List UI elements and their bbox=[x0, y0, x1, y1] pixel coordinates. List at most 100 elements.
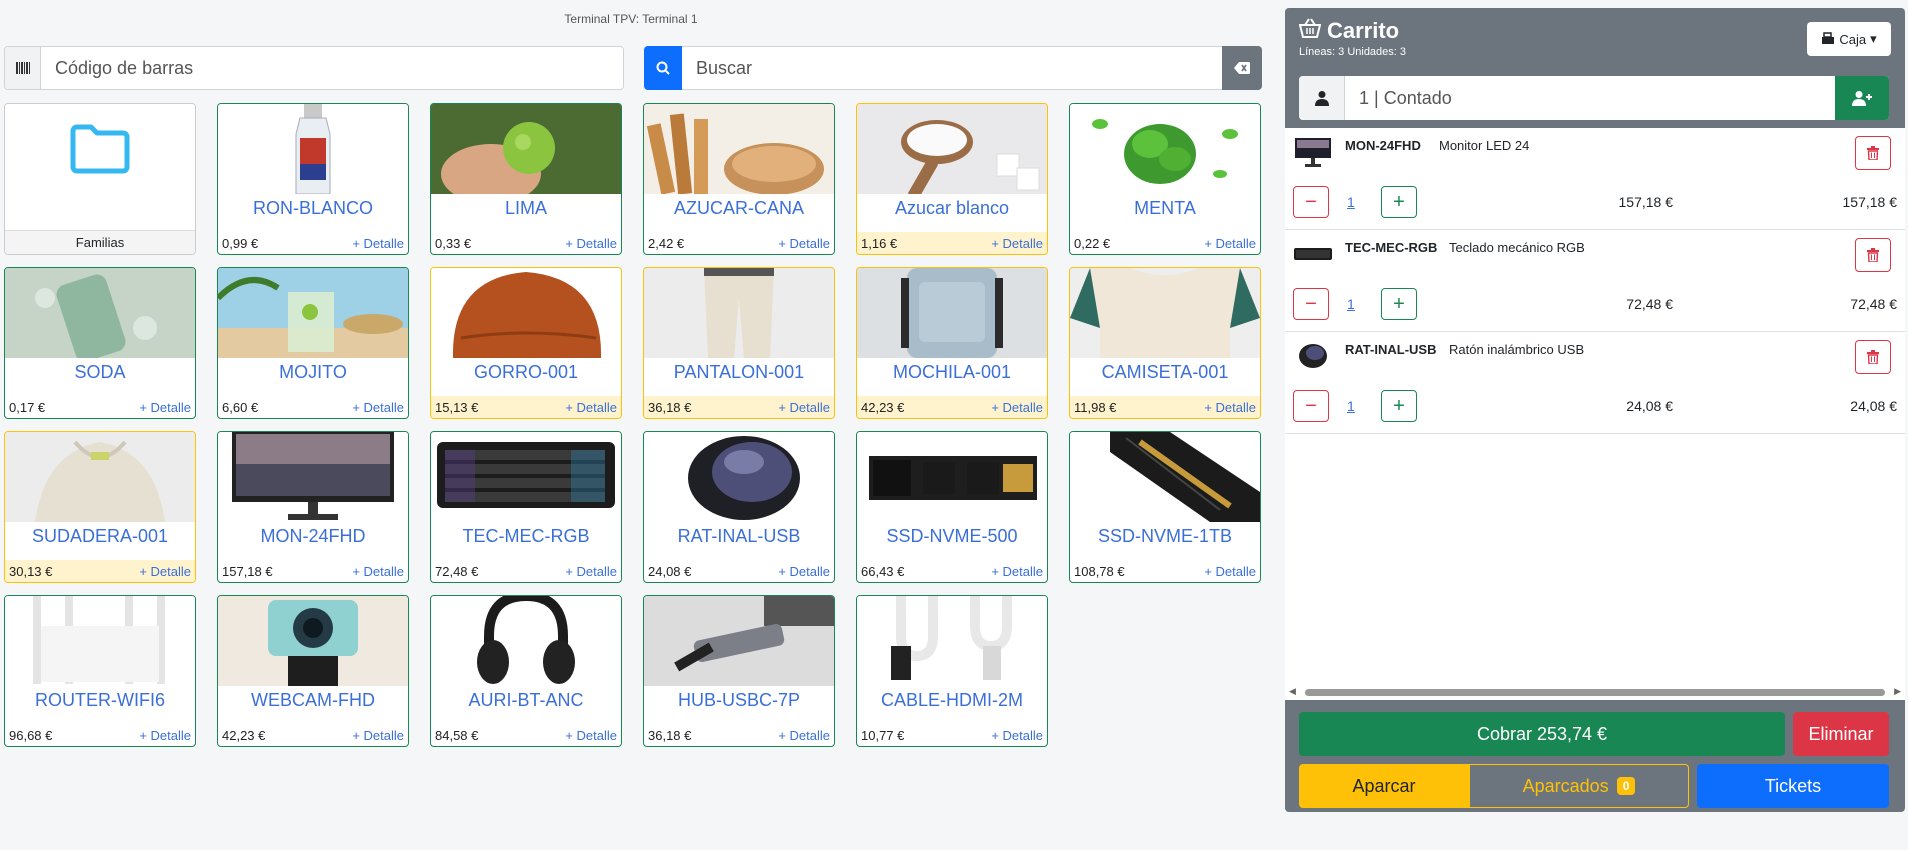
delete-line-button[interactable] bbox=[1855, 340, 1891, 374]
product-price: 157,18 € bbox=[222, 563, 273, 579]
product-image bbox=[857, 104, 1047, 194]
increase-qty-button[interactable]: + bbox=[1381, 186, 1417, 218]
increase-qty-button[interactable]: + bbox=[1381, 390, 1417, 422]
detail-link[interactable]: + Detalle bbox=[565, 728, 617, 743]
product-card[interactable]: HUB-USBC-7P 36,18 € + Detalle bbox=[643, 595, 835, 747]
detail-link[interactable]: + Detalle bbox=[778, 728, 830, 743]
product-price: 0,17 € bbox=[9, 399, 46, 415]
product-card[interactable]: SSD-NVME-500 66,43 € + Detalle bbox=[856, 431, 1048, 583]
product-card[interactable]: WEBCAM-FHD 42,23 € + Detalle bbox=[217, 595, 409, 747]
detail-link[interactable]: + Detalle bbox=[1204, 400, 1256, 415]
delete-line-button[interactable] bbox=[1855, 136, 1891, 170]
search-input[interactable] bbox=[682, 46, 1222, 90]
backspace-icon[interactable] bbox=[1222, 46, 1262, 90]
product-card[interactable]: MENTA 0,22 € + Detalle bbox=[1069, 103, 1261, 255]
line-quantity[interactable]: 1 bbox=[1347, 398, 1355, 414]
product-card[interactable]: PANTALON-001 36,18 € + Detalle bbox=[643, 267, 835, 419]
product-card[interactable]: LIMA 0,33 € + Detalle bbox=[430, 103, 622, 255]
client-group bbox=[1299, 76, 1889, 120]
product-card[interactable]: GORRO-001 15,13 € + Detalle bbox=[430, 267, 622, 419]
detail-link[interactable]: + Detalle bbox=[991, 564, 1043, 579]
detail-link[interactable]: + Detalle bbox=[139, 400, 191, 415]
product-card[interactable]: RON-BLANCO 0,99 € + Detalle bbox=[217, 103, 409, 255]
product-card[interactable]: RAT-INAL-USB 24,08 € + Detalle bbox=[643, 431, 835, 583]
delete-line-button[interactable] bbox=[1855, 238, 1891, 272]
detail-link[interactable]: + Detalle bbox=[778, 236, 830, 251]
aparcados-button[interactable]: Aparcados 0 bbox=[1469, 764, 1689, 808]
product-card[interactable]: AURI-BT-ANC 84,58 € + Detalle bbox=[430, 595, 622, 747]
barcode-input[interactable] bbox=[41, 47, 623, 89]
product-card[interactable]: TEC-MEC-RGB 72,48 € + Detalle bbox=[430, 431, 622, 583]
caja-dropdown-button[interactable]: Caja ▾ bbox=[1807, 22, 1891, 56]
eliminar-button[interactable]: Eliminar bbox=[1793, 712, 1889, 756]
product-card[interactable]: MON-24FHD 157,18 € + Detalle bbox=[217, 431, 409, 583]
product-image bbox=[218, 268, 408, 358]
detail-link[interactable]: + Detalle bbox=[991, 728, 1043, 743]
detail-link[interactable]: + Detalle bbox=[352, 400, 404, 415]
product-card[interactable]: AZUCAR-CANA 2,42 € + Detalle bbox=[643, 103, 835, 255]
scroll-right-icon[interactable]: ▶ bbox=[1894, 686, 1901, 697]
detail-link[interactable]: + Detalle bbox=[139, 728, 191, 743]
product-name: PANTALON-001 bbox=[673, 362, 805, 382]
product-price: 42,23 € bbox=[861, 399, 905, 415]
product-image bbox=[644, 104, 834, 194]
search-icon[interactable] bbox=[644, 46, 682, 90]
line-quantity[interactable]: 1 bbox=[1347, 296, 1355, 312]
aparcar-button[interactable]: Aparcar bbox=[1299, 764, 1469, 808]
product-card[interactable]: CABLE-HDMI-2M 10,77 € + Detalle bbox=[856, 595, 1048, 747]
scrollbar-thumb[interactable] bbox=[1305, 689, 1885, 696]
line-thumbnail bbox=[1293, 136, 1333, 168]
product-price: 36,18 € bbox=[648, 399, 692, 415]
product-price: 42,23 € bbox=[222, 727, 266, 743]
product-card[interactable]: SODA 0,17 € + Detalle bbox=[4, 267, 196, 419]
detail-link[interactable]: + Detalle bbox=[565, 564, 617, 579]
detail-link[interactable]: + Detalle bbox=[778, 564, 830, 579]
product-price: 72,48 € bbox=[435, 563, 479, 579]
product-card[interactable]: SUDADERA-001 30,13 € + Detalle bbox=[4, 431, 196, 583]
line-description: Monitor LED 24 bbox=[1439, 138, 1530, 153]
line-thumbnail bbox=[1293, 340, 1333, 372]
product-card[interactable]: Azucar blanco 1,16 € + Detalle bbox=[856, 103, 1048, 255]
horizontal-scrollbar[interactable]: ◀ ▶ bbox=[1285, 684, 1905, 700]
detail-link[interactable]: + Detalle bbox=[139, 564, 191, 579]
product-price: 66,43 € bbox=[861, 563, 905, 579]
user-icon bbox=[1299, 76, 1345, 120]
detail-link[interactable]: + Detalle bbox=[991, 400, 1043, 415]
barcode-icon bbox=[5, 47, 41, 89]
scroll-left-icon[interactable]: ◀ bbox=[1289, 686, 1296, 697]
detail-link[interactable]: + Detalle bbox=[352, 236, 404, 251]
detail-link[interactable]: + Detalle bbox=[778, 400, 830, 415]
increase-qty-button[interactable]: + bbox=[1381, 288, 1417, 320]
detail-link[interactable]: + Detalle bbox=[352, 564, 404, 579]
decrease-qty-button[interactable]: − bbox=[1293, 288, 1329, 320]
decrease-qty-button[interactable]: − bbox=[1293, 186, 1329, 218]
product-card[interactable]: MOCHILA-001 42,23 € + Detalle bbox=[856, 267, 1048, 419]
tickets-button[interactable]: Tickets bbox=[1697, 764, 1889, 808]
product-card[interactable]: ROUTER-WIFI6 96,68 € + Detalle bbox=[4, 595, 196, 747]
product-grid: Familias RON-BLANCO 0,99 € + Detalle LIMA… bbox=[4, 103, 1264, 747]
product-price: 30,13 € bbox=[9, 563, 53, 579]
decrease-qty-button[interactable]: − bbox=[1293, 390, 1329, 422]
aparcados-count-badge: 0 bbox=[1616, 777, 1636, 795]
detail-link[interactable]: + Detalle bbox=[565, 236, 617, 251]
product-name: MENTA bbox=[1134, 198, 1196, 218]
product-price: 15,13 € bbox=[435, 399, 479, 415]
product-name: LIMA bbox=[504, 198, 547, 218]
cobrar-button[interactable]: Cobrar 253,74 € bbox=[1299, 712, 1785, 756]
add-user-button[interactable] bbox=[1835, 76, 1889, 120]
terminal-title: Terminal TPV: Terminal 1 bbox=[564, 12, 698, 26]
product-image bbox=[857, 268, 1047, 358]
product-card[interactable]: CAMISETA-001 11,98 € + Detalle bbox=[1069, 267, 1261, 419]
families-folder[interactable]: Familias bbox=[4, 103, 196, 255]
detail-link[interactable]: + Detalle bbox=[352, 728, 404, 743]
detail-link[interactable]: + Detalle bbox=[1204, 236, 1256, 251]
line-quantity[interactable]: 1 bbox=[1347, 194, 1355, 210]
product-card[interactable]: MOJITO 6,60 € + Detalle bbox=[217, 267, 409, 419]
detail-link[interactable]: + Detalle bbox=[565, 400, 617, 415]
product-name: TEC-MEC-RGB bbox=[462, 526, 590, 546]
detail-link[interactable]: + Detalle bbox=[991, 236, 1043, 251]
detail-link[interactable]: + Detalle bbox=[1204, 564, 1256, 579]
product-card[interactable]: SSD-NVME-1TB 108,78 € + Detalle bbox=[1069, 431, 1261, 583]
product-price: 2,42 € bbox=[648, 235, 685, 251]
client-input[interactable] bbox=[1345, 76, 1835, 120]
